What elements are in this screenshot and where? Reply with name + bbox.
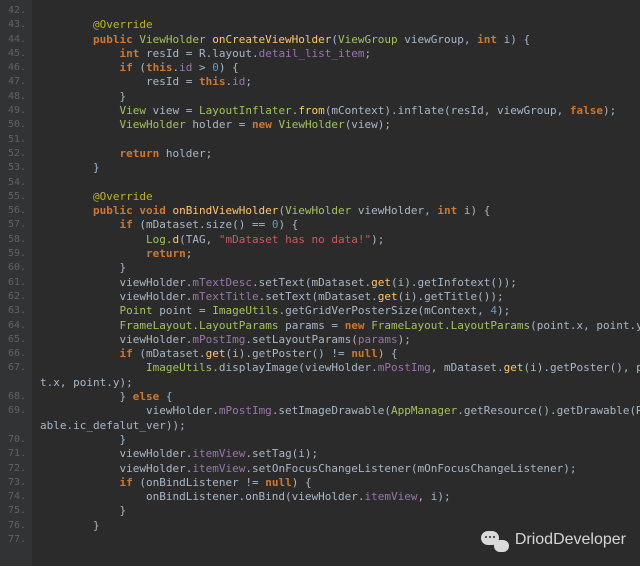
- line-number: 55.: [0, 190, 26, 204]
- code-line[interactable]: [40, 133, 640, 147]
- code-line[interactable]: FrameLayout.LayoutParams params = new Fr…: [40, 319, 640, 333]
- code-line[interactable]: t.x, point.y);: [40, 376, 640, 390]
- code-area[interactable]: @Override public ViewHolder onCreateView…: [32, 0, 640, 566]
- watermark-text: DriodDeveloper: [515, 533, 626, 547]
- line-number: 61.: [0, 276, 26, 290]
- line-number: [0, 376, 26, 390]
- code-line[interactable]: return holder;: [40, 147, 640, 161]
- code-line[interactable]: viewHolder.mTextDesc.setText(mDataset.ge…: [40, 276, 640, 290]
- line-number: 73.: [0, 476, 26, 490]
- code-line[interactable]: }: [40, 261, 640, 275]
- line-number: 64.: [0, 319, 26, 333]
- line-number: 49.: [0, 104, 26, 118]
- code-line[interactable]: @Override: [40, 190, 640, 204]
- line-number: 57.: [0, 218, 26, 232]
- code-line[interactable]: resId = this.id;: [40, 75, 640, 89]
- code-line[interactable]: View view = LayoutInflater.from(mContext…: [40, 104, 640, 118]
- line-number: 70.: [0, 433, 26, 447]
- line-number: 47.: [0, 75, 26, 89]
- code-line[interactable]: viewHolder.mPostImg.setImageDrawable(App…: [40, 404, 640, 418]
- line-number: 60.: [0, 261, 26, 275]
- code-line[interactable]: able.ic_defalut_ver));: [40, 419, 640, 433]
- line-number: 62.: [0, 290, 26, 304]
- line-number: 65.: [0, 333, 26, 347]
- line-number-gutter: 42.43.44.45.46.47.48.49.50.51.52.53.54.5…: [0, 0, 32, 566]
- code-line[interactable]: ViewHolder holder = new ViewHolder(view)…: [40, 118, 640, 132]
- line-number: 71.: [0, 447, 26, 461]
- code-line[interactable]: int resId = R.layout.detail_list_item;: [40, 47, 640, 61]
- code-line[interactable]: @Override: [40, 18, 640, 32]
- code-line[interactable]: viewHolder.itemView.setOnFocusChangeList…: [40, 462, 640, 476]
- line-number: 69.: [0, 404, 26, 418]
- code-line[interactable]: if (this.id > 0) {: [40, 61, 640, 75]
- code-line[interactable]: }: [40, 90, 640, 104]
- line-number: 43.: [0, 18, 26, 32]
- code-line[interactable]: onBindListener.onBind(viewHolder.itemVie…: [40, 490, 640, 504]
- line-number: 72.: [0, 462, 26, 476]
- code-line[interactable]: viewHolder.mTextTitle.setText(mDataset.g…: [40, 290, 640, 304]
- line-number: 63.: [0, 304, 26, 318]
- line-number: [0, 419, 26, 433]
- line-number: 54.: [0, 176, 26, 190]
- line-number: 74.: [0, 490, 26, 504]
- code-line[interactable]: return;: [40, 247, 640, 261]
- line-number: 58.: [0, 233, 26, 247]
- code-line[interactable]: public void onBindViewHolder(ViewHolder …: [40, 204, 640, 218]
- line-number: 45.: [0, 47, 26, 61]
- code-line[interactable]: if (mDataset.get(i).getPoster() != null)…: [40, 347, 640, 361]
- code-line[interactable]: }: [40, 161, 640, 175]
- code-line[interactable]: }: [40, 504, 640, 518]
- watermark: DriodDeveloper: [481, 529, 626, 552]
- line-number: 66.: [0, 347, 26, 361]
- line-number: 51.: [0, 133, 26, 147]
- code-line[interactable]: viewHolder.itemView.setTag(i);: [40, 447, 640, 461]
- code-line[interactable]: } else {: [40, 390, 640, 404]
- line-number: 48.: [0, 90, 26, 104]
- line-number: 75.: [0, 504, 26, 518]
- line-number: 46.: [0, 61, 26, 75]
- wechat-icon: [481, 529, 509, 552]
- line-number: 59.: [0, 247, 26, 261]
- code-line[interactable]: if (onBindListener != null) {: [40, 476, 640, 490]
- line-number: 56.: [0, 204, 26, 218]
- code-line[interactable]: }: [40, 433, 640, 447]
- code-line[interactable]: Log.d(TAG, "mDataset has no data!");: [40, 233, 640, 247]
- line-number: 77.: [0, 533, 26, 547]
- code-line[interactable]: [40, 176, 640, 190]
- line-number: 53.: [0, 161, 26, 175]
- line-number: 42.: [0, 4, 26, 18]
- line-number: 50.: [0, 118, 26, 132]
- code-line[interactable]: public ViewHolder onCreateViewHolder(Vie…: [40, 33, 640, 47]
- code-line[interactable]: Point point = ImageUtils.getGridVerPoste…: [40, 304, 640, 318]
- code-line[interactable]: ImageUtils.displayImage(viewHolder.mPost…: [40, 361, 640, 375]
- line-number: 67.: [0, 361, 26, 375]
- code-line[interactable]: [40, 4, 640, 18]
- code-line[interactable]: if (mDataset.size() == 0) {: [40, 218, 640, 232]
- line-number: 68.: [0, 390, 26, 404]
- code-line[interactable]: viewHolder.mPostImg.setLayoutParams(para…: [40, 333, 640, 347]
- line-number: 76.: [0, 519, 26, 533]
- line-number: 52.: [0, 147, 26, 161]
- line-number: 44.: [0, 33, 26, 47]
